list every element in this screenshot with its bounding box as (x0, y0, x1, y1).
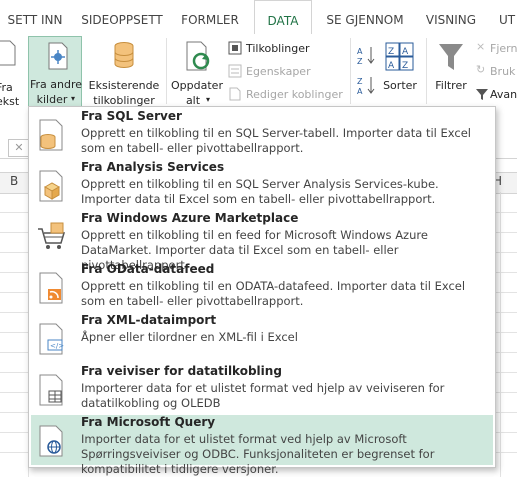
menu-item-xml-import[interactable]: </> Fra XML-dataimport Åpner eller tilor… (31, 313, 493, 363)
svg-text:Z: Z (388, 47, 394, 57)
other-sources-icon (48, 42, 68, 70)
sort-label: Sorter (383, 79, 417, 92)
reapply-filter-label: Bruk (490, 65, 516, 78)
sort-button[interactable]: Z A A Z Sorter (380, 36, 420, 110)
sort-dialog-icon: Z A A Z (385, 42, 414, 71)
existing-connections-button[interactable]: Eksisterende tilkoblinger (88, 36, 160, 110)
from-other-sources-label-1: Fra andre (29, 78, 83, 91)
sql-server-icon (39, 119, 63, 151)
menu-item-description: Opprett en tilkobling til en ODATA-dataf… (81, 279, 466, 308)
filter-label: Filtrer (435, 79, 467, 92)
chevron-down-icon: ▾ (206, 95, 211, 104)
tab-utvikler[interactable]: UT (492, 0, 517, 34)
menu-item-title: Fra Analysis Services (81, 160, 225, 174)
ribbon-tab-bar: SETT INN SIDEOPPSETT FORMLER DATA SE GJE… (0, 0, 517, 35)
filter-funnel-icon (439, 44, 463, 70)
properties-label: Egenskaper (246, 65, 311, 78)
odata-feed-icon (39, 272, 63, 304)
tab-sideoppsett[interactable]: SIDEOPPSETT (76, 0, 168, 34)
svg-text:A: A (402, 47, 409, 57)
microsoft-query-icon (39, 425, 63, 457)
svg-text:</>: </> (50, 342, 64, 350)
svg-text:Z: Z (357, 57, 363, 66)
ribbon: Fra ekst ekster Fra andre kilder ▾ Eksis… (0, 34, 517, 124)
reapply-icon: ↻ (476, 63, 486, 76)
sort-ascending-button[interactable]: A Z (356, 44, 378, 66)
column-header-b[interactable]: B (10, 174, 18, 188)
clear-filter-button[interactable]: ⨯ Fjern (474, 40, 517, 58)
connections-button[interactable]: Tilkoblinger (228, 40, 348, 58)
tab-visning[interactable]: VISNING (420, 0, 482, 34)
menu-item-description: Åpner eller tilordner en XML-fil i Excel (81, 330, 298, 344)
from-text-label-2: ekst (0, 95, 20, 108)
advanced-filter-button[interactable]: Avan (474, 86, 517, 104)
svg-text:A: A (388, 61, 395, 71)
sort-za-icon: Z A (357, 77, 375, 96)
from-other-sources-menu: Fra SQL Server Opprett en tilkobling til… (28, 106, 496, 476)
menu-item-title: Fra XML-dataimport (81, 313, 217, 327)
sort-descending-button[interactable]: Z A (356, 74, 378, 96)
data-connection-wizard-icon (39, 374, 63, 406)
menu-item-description: Importer data for et ulistet format ved … (81, 432, 435, 476)
from-text-label-1: Fra (0, 81, 13, 94)
filter-button[interactable]: Filtrer (430, 36, 472, 110)
svg-text:Z: Z (357, 77, 363, 86)
ribbon-separator (350, 38, 351, 104)
from-other-sources-label-2: kilder (36, 93, 68, 106)
clear-filter-label: Fjern (490, 42, 517, 55)
refresh-icon (186, 41, 210, 71)
menu-item-description: Opprett en tilkobling til en SQL Server … (81, 177, 439, 206)
analysis-services-cube-icon (39, 170, 63, 202)
menu-item-title: Fra OData-datafeed (81, 262, 215, 276)
edit-links-button[interactable]: Rediger koblinger (228, 86, 348, 104)
menu-item-description: Importerer data for et ulistet format ve… (81, 381, 445, 410)
reapply-filter-button[interactable]: ↻ Bruk (474, 63, 517, 81)
edit-links-icon (229, 87, 241, 101)
cancel-icon[interactable]: ✕ (8, 139, 30, 157)
refresh-all-button[interactable]: Oppdater alt ▾ (170, 36, 224, 110)
edit-links-label: Rediger koblinger (246, 88, 343, 101)
menu-item-azure-marketplace[interactable]: Fra Windows Azure Marketplace Opprett en… (31, 211, 493, 272)
existing-connections-label-1: Eksisterende (88, 79, 160, 92)
sort-az-icon: A Z (357, 47, 375, 66)
svg-text:Z: Z (402, 61, 408, 71)
properties-button[interactable]: Egenskaper (228, 63, 348, 81)
tab-data[interactable]: DATA (254, 0, 312, 35)
advanced-filter-label: Avan (490, 88, 517, 101)
ribbon-separator (166, 38, 167, 104)
menu-item-microsoft-query[interactable]: Fra Microsoft Query Importer data for et… (31, 415, 493, 476)
menu-item-title: Fra SQL Server (81, 109, 182, 123)
menu-item-title: Fra Windows Azure Marketplace (81, 211, 299, 225)
menu-item-title: Fra veiviser for datatilkobling (81, 364, 282, 378)
menu-item-data-connection-wizard[interactable]: Fra veiviser for datatilkobling Importer… (31, 364, 493, 414)
menu-item-sql-server[interactable]: Fra SQL Server Opprett en tilkobling til… (31, 109, 493, 159)
svg-text:A: A (357, 47, 363, 56)
tab-se-gjennom[interactable]: SE GJENNOM (318, 0, 412, 34)
document-icon (0, 40, 16, 66)
xml-file-icon: </> (39, 323, 64, 355)
from-other-sources-button[interactable]: Fra andre kilder ▾ (28, 36, 82, 110)
refresh-all-label-1: Oppdater (171, 79, 223, 92)
menu-item-analysis-services[interactable]: Fra Analysis Services Opprett en tilkobl… (31, 160, 493, 210)
svg-text:A: A (357, 87, 363, 96)
shopping-cart-icon (38, 222, 66, 249)
advanced-filter-icon (476, 89, 488, 100)
connections-icon (228, 41, 242, 55)
from-text-button[interactable]: Fra ekst (0, 38, 22, 108)
ribbon-separator (426, 38, 427, 104)
database-connections-icon (114, 42, 134, 68)
menu-item-odata-feed[interactable]: Fra OData-datafeed Opprett en tilkobling… (31, 262, 493, 312)
chevron-down-icon: ▾ (71, 94, 76, 103)
menu-item-title: Fra Microsoft Query (81, 415, 216, 429)
tab-sett-inn[interactable]: SETT INN (0, 0, 70, 34)
menu-item-description: Opprett en tilkobling til en SQL Server-… (81, 126, 471, 155)
tab-formler[interactable]: FORMLER (174, 0, 246, 34)
connections-label: Tilkoblinger (246, 42, 310, 55)
properties-icon (228, 64, 242, 78)
clear-filter-icon: ⨯ (476, 40, 486, 53)
